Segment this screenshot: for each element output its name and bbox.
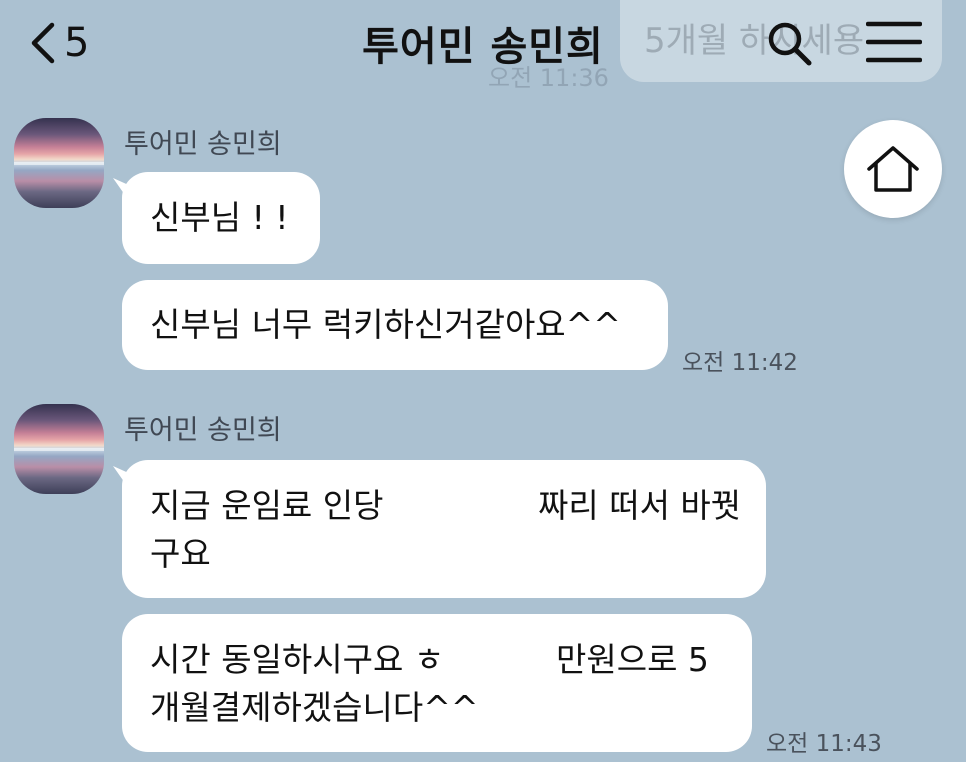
message-bubble[interactable]: 신부님 너무 럭키하신거같아요^^ (122, 280, 668, 370)
search-icon (768, 22, 812, 66)
message-bubble[interactable]: 시간 동일하시구요 ㅎ 만원으로 5 개월결제하겠습니다^^ (122, 614, 752, 752)
chat-screen: 5개월 하시세용 오전 11:36 5 투어민 송민희 투어민 송민희 신부님 … (0, 0, 966, 762)
sender-avatar[interactable] (14, 404, 104, 494)
sender-name: 투어민 송민희 (124, 415, 282, 446)
chat-title: 투어민 송민희 (362, 24, 604, 70)
message-text: 지금 운임료 인당 (150, 486, 384, 525)
sender-avatar[interactable] (14, 118, 104, 208)
message-bubble[interactable]: 신부님 ! ! (122, 172, 320, 264)
hamburger-menu-icon (865, 21, 923, 63)
chat-header: 5개월 하시세용 오전 11:36 5 투어민 송민희 (0, 0, 966, 95)
message-line: 시간 동일하시구요 ㅎ 만원으로 5 (150, 636, 724, 684)
message-text: 신부님 너무 럭키하신거같아요^^ (150, 305, 621, 344)
message-line: 지금 운임료 인당 짜리 떠서 바꿧 (150, 482, 742, 530)
message-timestamp: 오전 11:43 (766, 731, 882, 757)
search-button[interactable] (764, 18, 816, 70)
menu-button[interactable] (865, 20, 923, 64)
message-text: 신부님 ! ! (150, 198, 289, 237)
home-button[interactable] (844, 120, 942, 218)
message-timestamp: 오전 11:42 (682, 350, 798, 376)
message-bubble[interactable]: 지금 운임료 인당 짜리 떠서 바꿧 구요 (122, 460, 766, 598)
home-icon (867, 146, 919, 192)
message-text: 구요 (150, 534, 211, 573)
message-text: 시간 동일하시구요 ㅎ (150, 640, 445, 679)
message-text: 짜리 떠서 바꿧 (538, 486, 742, 525)
message-text: 만원으로 5 (556, 640, 709, 679)
sender-name: 투어민 송민희 (124, 129, 282, 160)
message-text: 개월결제하겠습니다^^ (150, 688, 479, 727)
